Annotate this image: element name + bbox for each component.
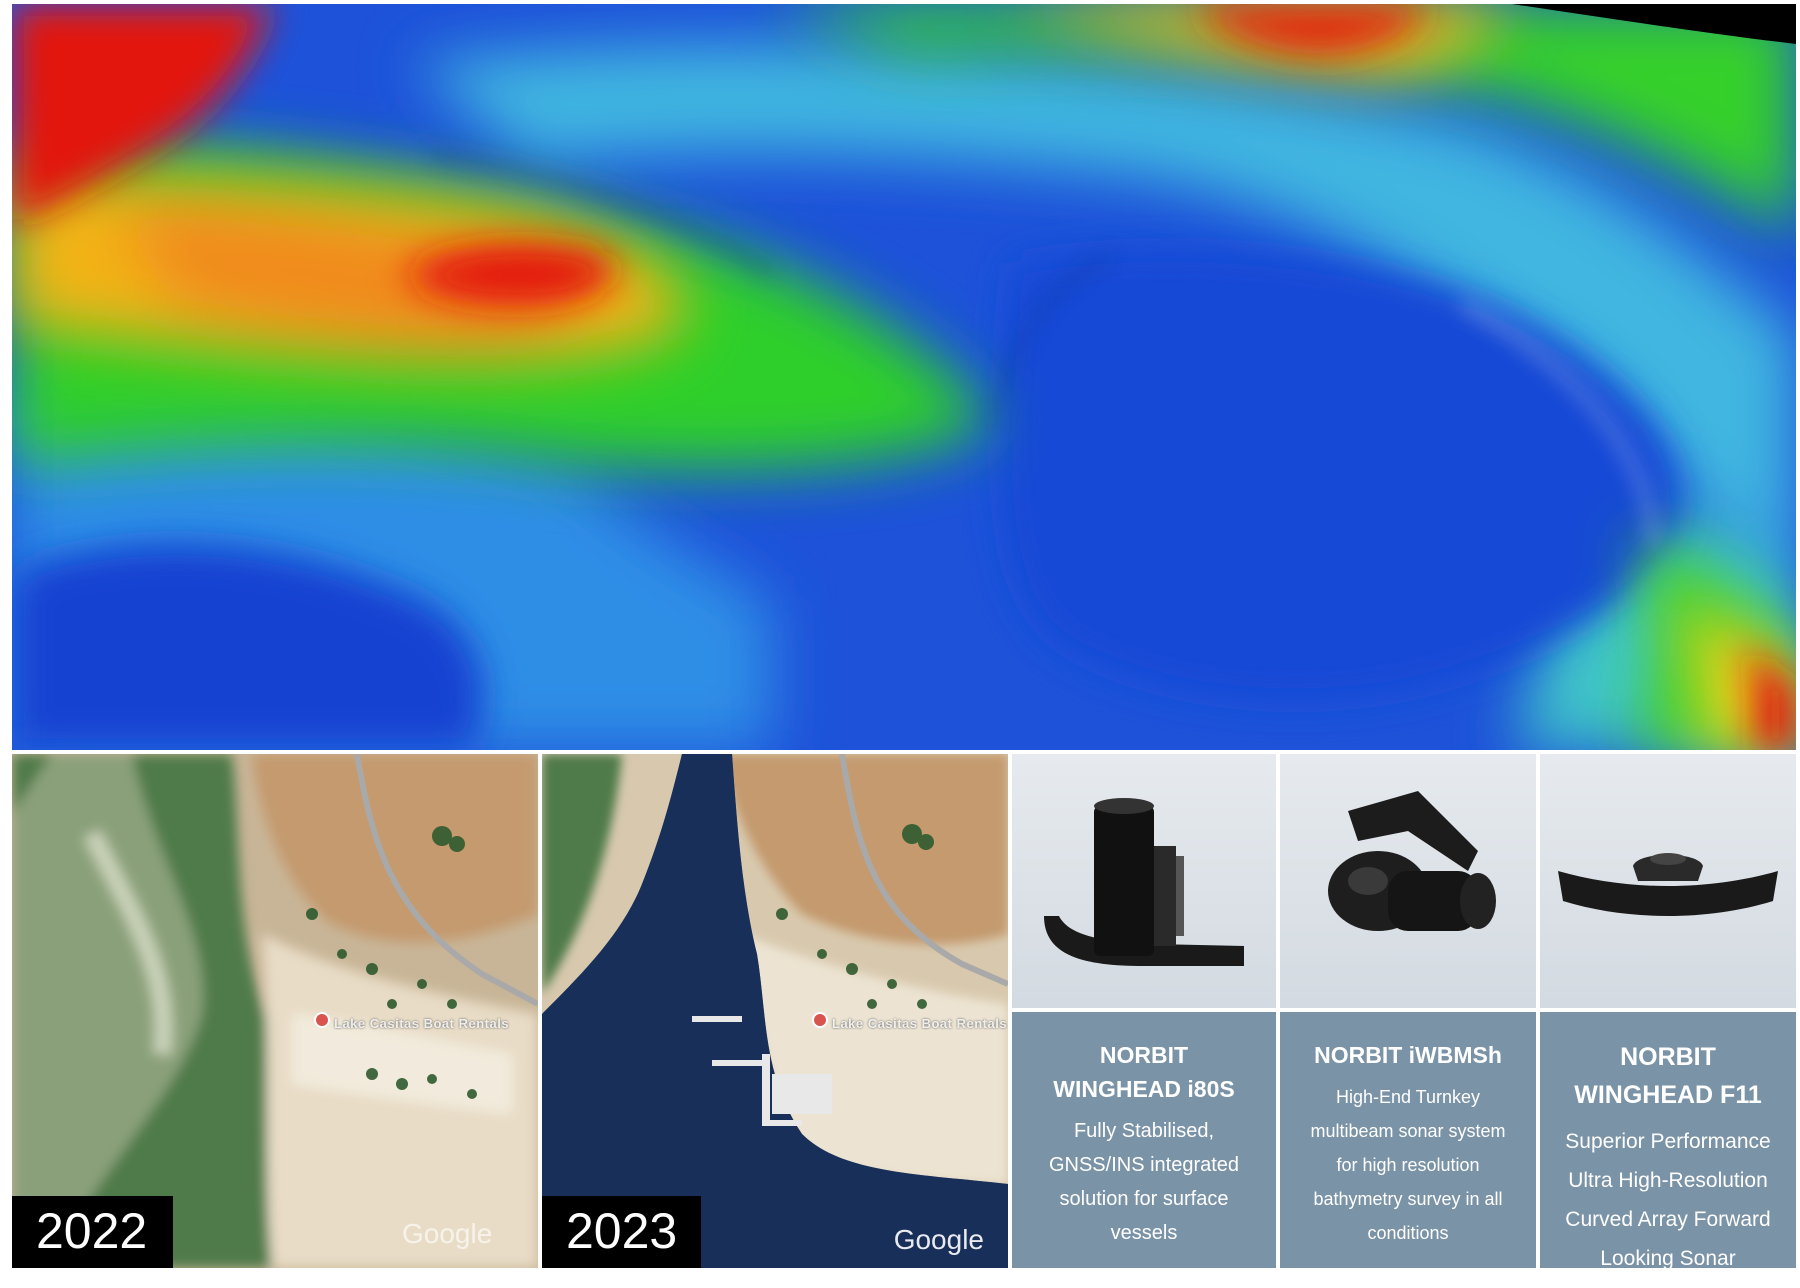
satellite-image-2022: Lake Casitas Boat Rentals Google 2022 (12, 754, 538, 1268)
location-pin-icon (314, 1012, 330, 1028)
product-title-line1: NORBIT iWBMSh (1314, 1042, 1502, 1068)
product-desc-line: solution for surface (1059, 1188, 1229, 1210)
product-desc-line: Looking Sonar (1600, 1247, 1736, 1268)
bathymetry-map (12, 4, 1796, 750)
product-desc-line: Ultra High-Resolution (1568, 1169, 1768, 1192)
winghead-f11-sonar-icon (1558, 853, 1778, 916)
product-desc-line: High-End Turnkey (1335, 1087, 1481, 1107)
satellite-2022-imagery (12, 754, 538, 1268)
satellite-2023-imagery (542, 754, 1008, 1268)
product-desc-line: conditions (1367, 1223, 1449, 1243)
iwbmsh-sonar-icon (1328, 791, 1496, 931)
google-watermark: Google (893, 1224, 984, 1255)
product-image (1012, 754, 1276, 1008)
product-image (1280, 754, 1536, 1008)
product-desc-line: multibeam sonar system (1310, 1121, 1506, 1141)
product-title-line1: NORBIT (1620, 1043, 1716, 1071)
product-desc-line: GNSS/INS integrated (1048, 1154, 1240, 1176)
product-desc-line: Superior Performance (1565, 1130, 1771, 1153)
bathymetry-surface (12, 4, 1796, 750)
product-desc-line: Curved Array Forward (1565, 1208, 1771, 1231)
place-label: Lake Casitas Boat Rentals (334, 1016, 510, 1031)
product-desc-line: Fully Stabilised, (1073, 1120, 1215, 1142)
product-info: NORBIT iWBMSh High-End Turnkey multibeam… (1280, 1012, 1536, 1268)
location-pin-icon (812, 1012, 828, 1028)
product-title-line1: NORBIT (1099, 1042, 1189, 1068)
winghead-i80s-sonar-icon (1044, 798, 1244, 966)
year-badge-2023: 2023 (542, 1196, 702, 1268)
product-card-winghead-f11: NORBIT WINGHEAD F11 Superior Performance… (1540, 754, 1796, 1268)
product-image (1540, 754, 1796, 1008)
google-watermark: Google (402, 1218, 493, 1249)
place-label: Lake Casitas Boat Rentals (832, 1016, 1008, 1031)
product-card-iwbmsh: NORBIT iWBMSh High-End Turnkey multibeam… (1280, 754, 1536, 1268)
year-badge-2022: 2022 (12, 1196, 174, 1268)
product-desc-line: vessels (1110, 1222, 1178, 1244)
product-info: NORBIT WINGHEAD i80S Fully Stabilised, G… (1012, 1012, 1276, 1268)
satellite-image-2023: Lake Casitas Boat Rentals Google 2023 (542, 754, 1008, 1268)
product-desc-line: bathymetry survey in all (1313, 1189, 1503, 1209)
product-card-winghead-i80s: NORBIT WINGHEAD i80S Fully Stabilised, G… (1012, 754, 1276, 1268)
product-info: NORBIT WINGHEAD F11 Superior Performance… (1540, 1012, 1796, 1268)
product-desc-line: for high resolution (1336, 1155, 1480, 1175)
product-title-line2: WINGHEAD F11 (1574, 1081, 1762, 1109)
product-title-line2: WINGHEAD i80S (1053, 1076, 1235, 1102)
